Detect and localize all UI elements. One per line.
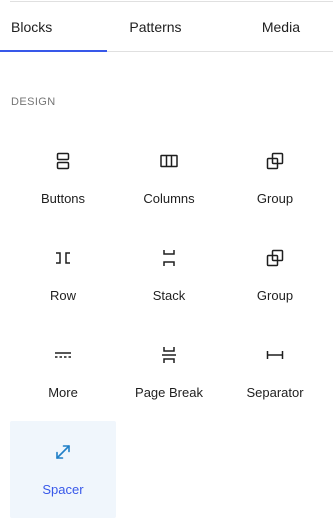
block-columns-label: Columns (143, 191, 195, 206)
tab-blocks[interactable]: Blocks (0, 2, 108, 52)
separator-icon (263, 343, 287, 367)
block-more[interactable]: More (10, 324, 116, 421)
tab-media[interactable]: Media (204, 2, 333, 51)
tab-media-label: Media (261, 18, 300, 35)
inserter-tabs: Blocks Patterns Media (0, 2, 333, 52)
block-types-grid: Buttons Columns Group Row Stack Group Mo… (10, 130, 328, 518)
block-row[interactable]: Row (10, 227, 116, 324)
stack-icon (157, 246, 181, 270)
row-icon (51, 246, 75, 270)
design-category-heading: DESIGN (11, 96, 56, 108)
group-icon (263, 246, 287, 270)
block-group-label: Group (256, 191, 294, 206)
block-separator-label: Separator (246, 385, 304, 400)
page-break-icon (157, 343, 181, 367)
block-page-break-label: Page Break (135, 385, 203, 400)
tab-patterns[interactable]: Patterns (107, 2, 203, 51)
block-stack-label: Stack (152, 288, 186, 303)
columns-icon (157, 149, 181, 173)
block-spacer-label: Spacer (42, 482, 84, 497)
block-more-label: More (48, 385, 78, 400)
block-group-2[interactable]: Group (222, 227, 328, 324)
more-icon (51, 343, 75, 367)
buttons-icon (51, 149, 75, 173)
block-columns[interactable]: Columns (116, 130, 222, 227)
block-stack[interactable]: Stack (116, 227, 222, 324)
group-icon (263, 149, 287, 173)
tab-blocks-label: Blocks (11, 18, 53, 35)
block-group[interactable]: Group (222, 130, 328, 227)
block-buttons-label: Buttons (40, 191, 86, 206)
block-page-break[interactable]: Page Break (116, 324, 222, 421)
block-spacer[interactable]: Spacer (10, 421, 116, 518)
block-group-2-label: Group (256, 288, 294, 303)
block-separator[interactable]: Separator (222, 324, 328, 421)
tab-patterns-label: Patterns (129, 18, 182, 35)
spacer-icon (51, 440, 75, 464)
block-buttons[interactable]: Buttons (10, 130, 116, 227)
block-row-label: Row (49, 288, 76, 303)
